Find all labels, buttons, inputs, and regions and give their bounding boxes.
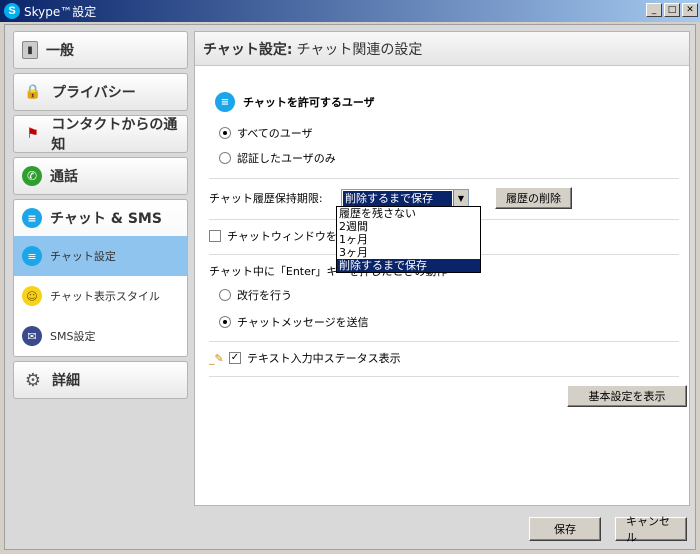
nav-block-advanced: ⚙ 詳細 (13, 361, 188, 399)
show-basic-settings-button[interactable]: 基本設定を表示 (567, 385, 687, 407)
nav-block-notifications: ⚑ コンタクトからの通知 (13, 115, 188, 153)
sidebar-item-calls[interactable]: ✆ 通話 (14, 158, 187, 194)
lock-icon: 🔒 (24, 84, 42, 100)
panel-header: チャット設定: チャット関連の設定 (195, 32, 689, 66)
sidebar-subitem-label: チャット表示スタイル (50, 290, 160, 303)
pencil-icon: _✎ (209, 351, 224, 365)
window-client: ▮ 一般 🔒 プライバシー ⚑ コンタクトからの通知 ✆ 通話 ≡ チャット &… (4, 24, 696, 550)
allow-users-title: チャットを許可するユーザ (243, 96, 375, 109)
sidebar-item-chat-sms[interactable]: ≡ チャット & SMS (14, 200, 187, 236)
panel-title: チャット設定: (203, 41, 293, 58)
history-label: チャット履歴保持期限: (209, 192, 323, 205)
basic-settings-row: 基本設定を表示 (209, 385, 687, 407)
switch-icon: ▮ (22, 41, 38, 59)
history-dropdown-list: 履歴を残さない 2週間 1ヶ月 3ヶ月 削除するまで保存 (336, 206, 481, 273)
delete-history-button[interactable]: 履歴の削除 (495, 187, 572, 209)
radio-button[interactable] (219, 152, 231, 164)
dropdown-arrow-icon[interactable]: ▼ (453, 189, 468, 207)
sidebar-item-label: 一般 (46, 43, 74, 59)
allow-users-heading: ≡ チャットを許可するユーザ (215, 92, 679, 112)
nav-block-calls: ✆ 通話 (13, 157, 188, 195)
radio-button[interactable] (219, 316, 231, 328)
sidebar-item-general[interactable]: ▮ 一般 (14, 32, 187, 68)
window-controls: _ □ ✕ (644, 3, 698, 17)
sidebar-subitem-chat-settings[interactable]: ≡ チャット設定 (14, 236, 187, 276)
history-select[interactable]: 削除するまで保存 ▼ (341, 188, 469, 208)
sidebar-item-label: コンタクトからの通知 (51, 117, 178, 153)
sms-icon: ✉ (22, 326, 42, 346)
dropdown-option-selected[interactable]: 削除するまで保存 (337, 259, 480, 272)
radio-all-users[interactable]: すべてのユーザ (219, 122, 679, 144)
chat-bubble-icon: ≡ (215, 92, 235, 112)
radio-newline[interactable]: 改行を行う (219, 284, 679, 306)
sidebar: ▮ 一般 🔒 プライバシー ⚑ コンタクトからの通知 ✆ 通話 ≡ チャット &… (13, 31, 188, 403)
dropdown-option[interactable]: 2週間 (337, 220, 480, 233)
nav-block-privacy: 🔒 プライバシー (13, 73, 188, 111)
radio-label: すべてのユーザ (237, 127, 313, 140)
sidebar-item-notifications[interactable]: ⚑ コンタクトからの通知 (14, 116, 187, 153)
close-button[interactable]: ✕ (682, 3, 698, 17)
sidebar-subitem-chat-style[interactable]: ☺ チャット表示スタイル (14, 276, 187, 316)
history-select-value: 削除するまで保存 (343, 190, 452, 206)
panel-subtitle: チャット関連の設定 (296, 41, 423, 58)
sidebar-item-label: プライバシー (52, 85, 136, 101)
radio-label: チャットメッセージを送信 (237, 316, 369, 329)
radio-button[interactable] (219, 289, 231, 301)
typing-status-row[interactable]: _✎ ✓ テキスト入力中ステータス表示 (209, 350, 679, 366)
title-bar: S Skype™設定 _ □ ✕ (0, 0, 700, 22)
phone-icon: ✆ (22, 166, 42, 186)
chat-bubble-icon: ≡ (22, 246, 42, 266)
divider (209, 341, 679, 342)
radio-label: 認証したユーザのみ (237, 152, 336, 165)
minimize-button[interactable]: _ (646, 3, 662, 17)
sidebar-item-label: チャット & SMS (50, 211, 162, 227)
chat-icon: ≡ (22, 208, 42, 228)
dropdown-option[interactable]: 3ヶ月 (337, 246, 480, 259)
sidebar-subitem-sms-settings[interactable]: ✉ SMS設定 (14, 316, 187, 356)
radio-label: 改行を行う (237, 289, 292, 302)
save-button[interactable]: 保存 (529, 517, 601, 541)
flag-icon: ⚑ (26, 126, 39, 142)
sidebar-subitem-label: チャット設定 (50, 250, 116, 263)
sidebar-item-advanced[interactable]: ⚙ 詳細 (14, 362, 187, 398)
skype-app-icon: S (4, 3, 20, 19)
nav-block-chat-sms: ≡ チャット & SMS ≡ チャット設定 ☺ チャット表示スタイル ✉ SMS… (13, 199, 188, 357)
sidebar-item-label: 詳細 (52, 373, 80, 389)
nav-block-general: ▮ 一般 (13, 31, 188, 69)
radio-authorized-users[interactable]: 認証したユーザのみ (219, 147, 679, 169)
popup-checkbox[interactable] (209, 230, 221, 242)
sidebar-subitem-label: SMS設定 (50, 330, 96, 343)
smiley-icon: ☺ (22, 286, 42, 306)
sidebar-item-label: 通話 (50, 169, 78, 185)
cancel-button[interactable]: キャンセル (615, 515, 687, 544)
typing-status-checkbox[interactable]: ✓ (229, 352, 241, 364)
radio-button[interactable] (219, 127, 231, 139)
gear-icon: ⚙ (24, 369, 42, 391)
radio-send-message[interactable]: チャットメッセージを送信 (219, 311, 679, 333)
dropdown-option[interactable]: 1ヶ月 (337, 233, 480, 246)
dropdown-option[interactable]: 履歴を残さない (337, 207, 480, 220)
divider (209, 178, 679, 179)
sidebar-item-privacy[interactable]: 🔒 プライバシー (14, 74, 187, 110)
maximize-button[interactable]: □ (664, 3, 680, 17)
window-title: Skype™設定 (24, 4, 97, 19)
typing-status-label: テキスト入力中ステータス表示 (247, 352, 401, 365)
divider (209, 376, 679, 377)
